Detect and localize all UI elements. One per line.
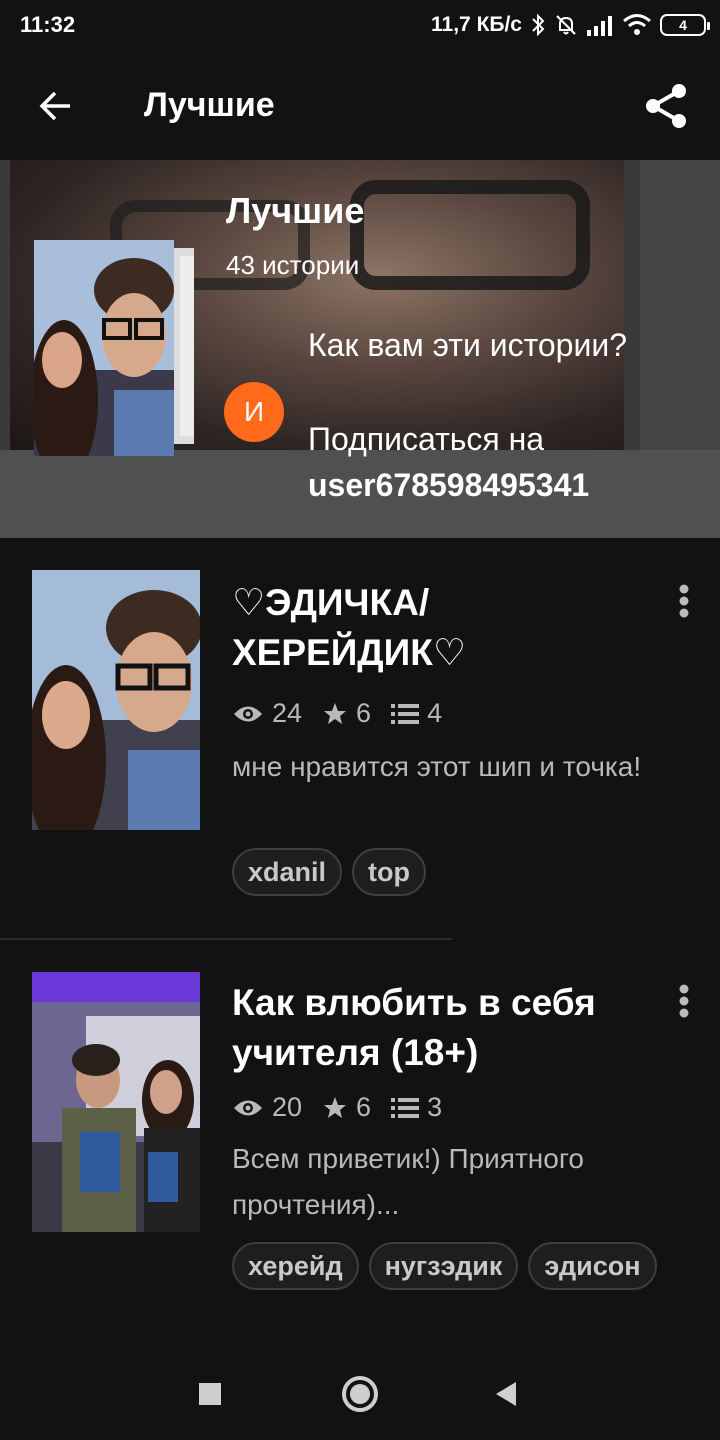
home-button[interactable] [336, 1370, 384, 1418]
tag-chip[interactable]: top [352, 848, 427, 896]
star-icon [324, 702, 347, 724]
back-arrow-icon [39, 91, 70, 121]
wifi-icon [623, 14, 651, 35]
recents-button[interactable] [186, 1370, 234, 1418]
square-icon [199, 1383, 221, 1405]
story-more-button[interactable] [664, 976, 704, 1026]
story-tags: xdanil top [232, 848, 672, 896]
system-nav-bar [0, 1344, 720, 1440]
views-count: 24 [272, 698, 303, 728]
avatar-letter: И [243, 396, 265, 427]
story-cover-image[interactable] [32, 972, 200, 1232]
reading-list-header: Лучшие 43 истории И Как вам эти истории?… [0, 160, 720, 538]
stars-count: 6 [356, 1092, 372, 1122]
battery-icon: 4 [660, 14, 710, 36]
story-cover-image[interactable] [32, 570, 200, 830]
story-more-button[interactable] [664, 576, 704, 626]
app-bar: Лучшие [0, 52, 720, 160]
list-icon [391, 1097, 420, 1118]
stars-count: 6 [356, 698, 372, 728]
story-description: мне нравится этот шип и точка! [232, 751, 642, 782]
triangle-back-icon [496, 1382, 516, 1406]
tag-chip[interactable]: эдисон [528, 1242, 657, 1290]
star-icon [324, 1096, 347, 1118]
share-icon [646, 84, 686, 128]
username[interactable]: user678598495341 [308, 467, 589, 503]
bell-off-icon [556, 15, 576, 35]
divider [0, 938, 452, 940]
eye-icon [234, 706, 262, 721]
subscribe-prefix: Подписаться на [308, 421, 545, 457]
status-time: 11:32 [20, 12, 76, 37]
parts-count: 3 [427, 1092, 443, 1122]
back-button[interactable] [26, 76, 86, 136]
story-stats: 24 6 4 [232, 698, 442, 729]
more-vert-icon [679, 584, 689, 618]
back-nav-button[interactable] [482, 1370, 530, 1418]
tag-chip[interactable]: нугзэдик [368, 1242, 519, 1290]
views-count: 20 [272, 1092, 303, 1122]
circle-icon [342, 1376, 378, 1412]
signal-icon [587, 16, 612, 36]
list-icon [391, 703, 420, 724]
feedback-prompt: Как вам эти истории? [308, 327, 628, 363]
share-button[interactable] [634, 74, 698, 138]
eye-icon [234, 1100, 262, 1115]
avatar[interactable]: И [224, 382, 284, 442]
list-cover-image[interactable] [34, 240, 174, 456]
story-title[interactable]: Как влюбить в себя учителя (18+) [232, 978, 652, 1078]
network-speed: 11,7 КБ/с [431, 13, 522, 36]
story-tags: херейд нугзэдик эдисон [232, 1242, 672, 1290]
list-title: Лучшие [226, 190, 365, 231]
subscribe-link[interactable]: Подписаться на user678598495341 [308, 416, 718, 508]
status-bar: 11:32 11,7 КБ/с 4 [0, 0, 720, 52]
story-title[interactable]: ♡ЭДИЧКА/ХЕРЕЙДИК♡ [232, 578, 652, 678]
status-icons: 11,7 КБ/с 4 [431, 10, 710, 40]
story-description: Всем приветик!) Приятного прочтения)... [232, 1143, 584, 1220]
bluetooth-icon [532, 13, 545, 37]
story-count: 43 истории [226, 250, 360, 280]
more-vert-icon [679, 984, 689, 1018]
battery-level: 4 [679, 17, 687, 33]
story-stats: 20 6 3 [232, 1092, 442, 1123]
tag-chip[interactable]: xdanil [232, 848, 343, 896]
page-title: Лучшие [144, 86, 275, 124]
tag-chip[interactable]: херейд [232, 1242, 359, 1290]
parts-count: 4 [427, 698, 443, 728]
